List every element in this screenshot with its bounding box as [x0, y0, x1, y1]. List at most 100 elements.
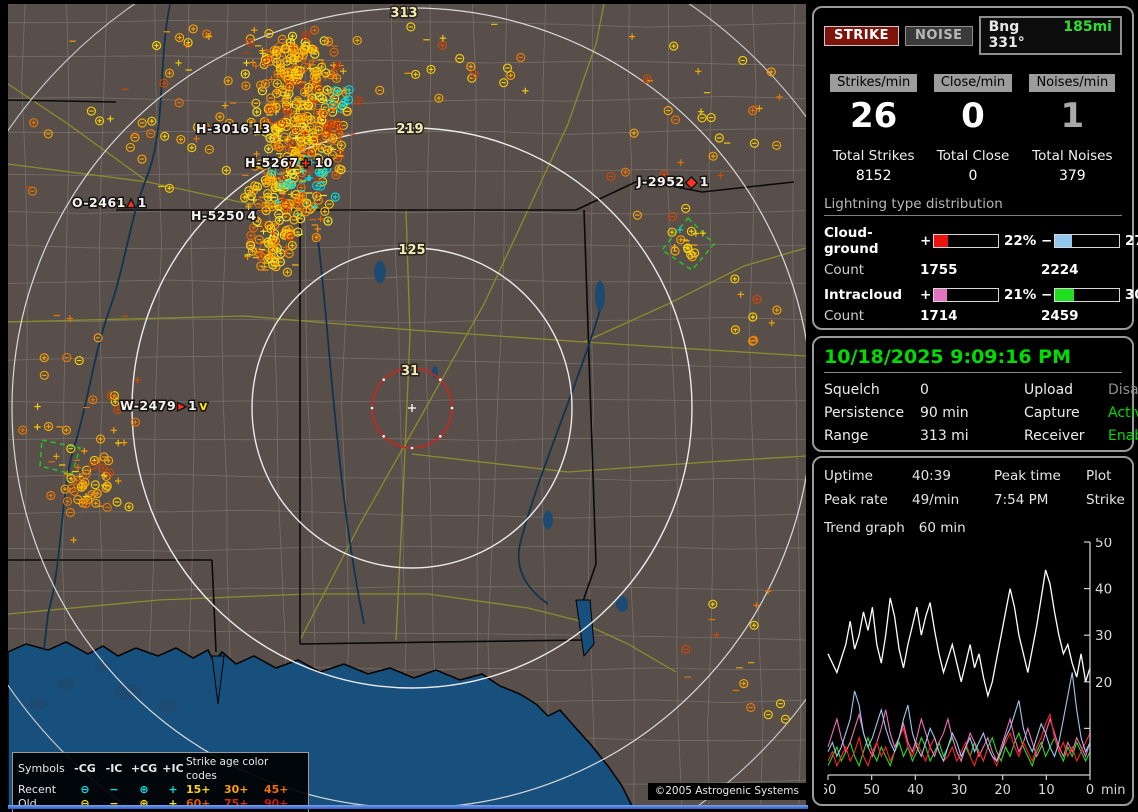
capture-status: Active: [1108, 405, 1138, 421]
svg-text:min: min: [1101, 783, 1126, 798]
strikes-per-min-value: 26: [850, 96, 898, 136]
intracloud-label: Intracloud: [824, 287, 903, 303]
legend-symbols-header: Symbols: [18, 762, 65, 775]
pos-cg-recent-icon: ⊕: [139, 783, 149, 796]
neg-ic-count: 2459: [1041, 308, 1079, 324]
datetime-display: 10/18/2025 9:09:16 PM: [824, 346, 1122, 373]
total-close-value: 0: [968, 168, 978, 184]
ring-label-313: 313: [390, 6, 417, 21]
plus-sign: +: [920, 287, 932, 303]
svg-text:50: 50: [863, 783, 880, 798]
intracloud-row: Intracloud + 21% − 30%: [824, 287, 1138, 303]
peak-time-value: 7:54 PM: [994, 492, 1049, 508]
cloud-ground-count-row: Count 1755 2224: [824, 262, 1122, 278]
upload-status: Disabled: [1108, 382, 1138, 398]
cloud-ground-row: Cloud-ground + 22% − 27%: [824, 225, 1138, 257]
trac-label-H-5267: H-5267 +10: [245, 155, 333, 170]
age-45: 45+: [264, 783, 289, 796]
range-label: Range: [824, 428, 869, 444]
legend-age-header: Strike age color codes: [186, 756, 269, 782]
pos-ic-bar: [933, 288, 999, 302]
svg-text:40: 40: [907, 783, 924, 798]
legend-col-neg-ic: -IC: [105, 762, 123, 775]
svg-text:0: 0: [1086, 783, 1094, 798]
minus-sign: −: [1041, 233, 1053, 249]
pos-ic-count: 1714: [920, 308, 958, 324]
persistence-value: 90 min: [920, 405, 969, 421]
intracloud-count-row: Count 1714 2459: [824, 308, 1122, 324]
legend-col-pos-cg: +CG: [130, 762, 158, 775]
squelch-value: 0: [920, 382, 929, 398]
session-panel: Uptime 40:39 Peak time Plot Peak rate 49…: [812, 456, 1134, 806]
peak-time-label: Peak time: [994, 468, 1061, 484]
bearing-readout: Bng 331° 185mi: [978, 16, 1122, 55]
copyright-notice: ©2005 Astrogenic Systems: [647, 783, 806, 800]
lightning-map[interactable]: 313 219 125 31 H-3016 13 H-5267 +10 O-2461 ▴ 1 H-5…: [0, 0, 903, 812]
total-strikes-value: 8152: [855, 168, 892, 184]
uptime-value: 40:39: [912, 468, 951, 484]
trend-graph-label: Trend graph: [824, 520, 905, 536]
total-noises-label: Total Noises: [1032, 148, 1113, 164]
trac-label-H-5250: H-5250 4: [191, 208, 257, 223]
svg-text:20: 20: [994, 783, 1011, 798]
peak-rate-value: 49/min: [912, 492, 960, 508]
nexstorm-app: 313 219 125 31 H-3016 13 H-5267 +10 O-2461 ▴ 1 H-5…: [0, 0, 1138, 812]
status-panel: 10/18/2025 9:09:16 PM Squelch 0 Upload D…: [812, 336, 1138, 452]
noises-per-min-value: 1: [1060, 96, 1085, 136]
ring-label-31: 31: [401, 364, 419, 379]
neg-cg-recent-icon: ⊖: [80, 783, 90, 796]
count-label: Count: [824, 308, 865, 324]
uptime-label: Uptime: [824, 468, 873, 484]
legend-col-pos-ic: +IC: [162, 762, 184, 775]
svg-text:60: 60: [824, 783, 836, 798]
total-noises-value: 379: [1058, 168, 1086, 184]
pos-cg-bar: [933, 234, 999, 248]
window-border-bottom: [8, 805, 808, 809]
trac-label-W-2479: W-2479 ▸ 1 v: [120, 398, 208, 413]
strikes-per-min-column: Strikes/min 26 Total Strikes 8152: [824, 71, 923, 184]
noise-mode-button[interactable]: NOISE: [905, 25, 973, 46]
total-strikes-label: Total Strikes: [832, 148, 915, 164]
trend-window-value: 60 min: [918, 520, 966, 536]
svg-text:20: 20: [1095, 675, 1112, 691]
neg-ic-percent: 30%: [1125, 287, 1138, 303]
neg-cg-count: 2224: [1041, 262, 1079, 278]
plus-sign: +: [920, 233, 932, 249]
distribution-header: Lightning type distribution: [824, 196, 1122, 216]
strike-mode-button[interactable]: STRIKE: [824, 25, 900, 46]
noises-per-min-column: Noises/min 1 Total Noises 379: [1023, 71, 1122, 184]
plot-value: Strike: [1086, 492, 1125, 508]
pos-ic-percent: 21%: [1004, 287, 1037, 303]
neg-ic-bar: [1054, 288, 1120, 302]
receiver-label: Receiver: [1024, 428, 1085, 444]
neg-cg-bar: [1054, 234, 1120, 248]
squelch-label: Squelch: [824, 382, 880, 398]
ring-label-219: 219: [396, 122, 423, 137]
pos-cg-percent: 22%: [1004, 233, 1037, 249]
range-value: 313 mi: [920, 428, 969, 444]
upload-label: Upload: [1024, 382, 1074, 398]
legend-recent-label: Recent: [18, 783, 57, 796]
receiver-status: Enabled: [1108, 428, 1138, 444]
age-15: 15+: [186, 783, 211, 796]
minus-sign: −: [1041, 287, 1053, 303]
bearing-distance: 185mi: [1063, 19, 1112, 35]
close-per-min-value: 0: [961, 96, 985, 136]
peak-rate-label: Peak rate: [824, 492, 888, 508]
svg-text:40: 40: [1095, 582, 1112, 598]
symbol-legend: Symbols -CG -IC +CG +IC Strike age color…: [12, 752, 309, 812]
pos-cg-count: 1755: [920, 262, 958, 278]
svg-text:10: 10: [1038, 783, 1055, 798]
pos-ic-recent-icon: +: [168, 783, 178, 796]
capture-label: Capture: [1024, 405, 1080, 421]
svg-text:30: 30: [951, 783, 968, 798]
bearing-value: Bng 331°: [988, 19, 1025, 51]
trac-label-H-3016: H-3016 13: [196, 121, 271, 136]
trend-graph: 20 30 40 50 60 50 40 30 20 10 0 min: [820, 535, 1126, 798]
count-label: Count: [824, 262, 865, 278]
noises-per-min-label: Noises/min: [1029, 74, 1116, 92]
total-close-label: Total Close: [936, 148, 1010, 164]
close-per-min-column: Close/min 0 Total Close 0: [923, 71, 1022, 184]
neg-ic-recent-icon: −: [109, 783, 119, 796]
map-canvas: 31321912531 H-3016 13H-5267 +10O-2461 ▴ 1H-5…: [0, 0, 903, 812]
